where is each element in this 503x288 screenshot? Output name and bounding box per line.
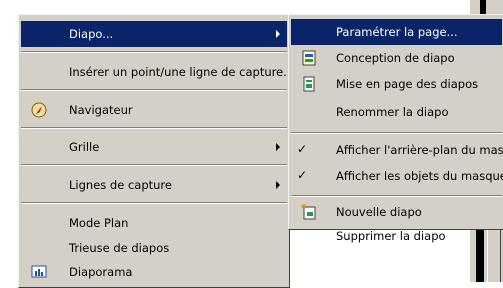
checkmark-icon: ✓ (297, 168, 308, 182)
menu-separator (21, 164, 287, 166)
slide-design-icon (302, 50, 316, 66)
menu-item-afficher-objets-masque[interactable]: ✓ Afficher les objets du masque (291, 163, 503, 189)
menu-separator (291, 132, 502, 134)
submenu-arrow-icon (276, 143, 280, 151)
slideshow-icon (31, 265, 47, 278)
checkmark-icon: ✓ (297, 142, 308, 156)
slide-layout-icon (303, 76, 315, 92)
submenu-arrow-icon (276, 181, 280, 189)
diapo-submenu: Paramétrer la page... Conception de diap… (288, 14, 503, 243)
menu-item-label: Navigateur (69, 103, 133, 117)
menu-separator (21, 127, 287, 129)
menu-item-label: Afficher les objets du masque (336, 169, 503, 183)
menu-item-label: Trieuse de diapos (69, 241, 170, 255)
submenu-arrow-icon (276, 30, 280, 38)
menu-item-label: Insérer un point/une ligne de capture... (69, 65, 295, 79)
menu-item-parametrer-page[interactable]: Paramétrer la page... (291, 19, 502, 45)
edit-context-menu: Diapo... Insérer un point/une ligne de c… (18, 14, 294, 288)
menu-item-label: Mise en page des diapos (336, 77, 479, 91)
menu-item-lignes-capture[interactable]: Lignes de capture (21, 172, 287, 198)
menu-item-label: Paramétrer la page... (336, 25, 458, 39)
new-slide-icon (301, 203, 316, 220)
menu-item-label: Diaporama (69, 265, 133, 279)
menu-item-supprimer-diapo[interactable]: Supprimer la diapo (291, 223, 502, 249)
scrollbar-edge (480, 0, 486, 14)
menu-item-mise-en-page-diapos[interactable]: Mise en page des diapos (291, 71, 502, 97)
menu-item-label: Renommer la diapo (336, 105, 449, 119)
menu-item-inserer-point-capture[interactable]: Insérer un point/une ligne de capture... (21, 59, 294, 85)
menu-item-mode-plan[interactable]: Mode Plan (21, 210, 287, 236)
menu-item-navigateur[interactable]: Navigateur (21, 97, 287, 123)
menu-item-label: Afficher l'arrière-plan du masque (336, 143, 503, 157)
menu-item-diapo[interactable]: Diapo... (21, 21, 287, 47)
menu-item-label: Supprimer la diapo (336, 229, 446, 243)
menu-item-label: Diapo... (69, 27, 114, 41)
menu-separator (21, 89, 287, 91)
menu-item-diaporama[interactable]: Diaporama (21, 259, 287, 285)
navigator-compass-icon (31, 102, 47, 118)
menu-item-renommer-diapo[interactable]: Renommer la diapo (291, 99, 502, 125)
menu-item-label: Grille (69, 140, 100, 154)
menu-item-nouvelle-diapo[interactable]: Nouvelle diapo (291, 199, 502, 225)
menu-item-label: Conception de diapo (336, 51, 455, 65)
menu-separator (291, 195, 502, 197)
menu-separator (21, 51, 287, 53)
menu-item-grille[interactable]: Grille (21, 134, 287, 160)
menu-item-label: Nouvelle diapo (336, 205, 422, 219)
menu-item-afficher-arriere-plan-masque[interactable]: ✓ Afficher l'arrière-plan du masque (291, 137, 503, 163)
menu-item-label: Mode Plan (69, 216, 129, 230)
menu-item-trieuse-diapos[interactable]: Trieuse de diapos (21, 235, 287, 261)
menu-separator (21, 202, 287, 204)
menu-item-conception-diapo[interactable]: Conception de diapo (291, 45, 502, 71)
menu-item-label: Lignes de capture (69, 178, 172, 192)
